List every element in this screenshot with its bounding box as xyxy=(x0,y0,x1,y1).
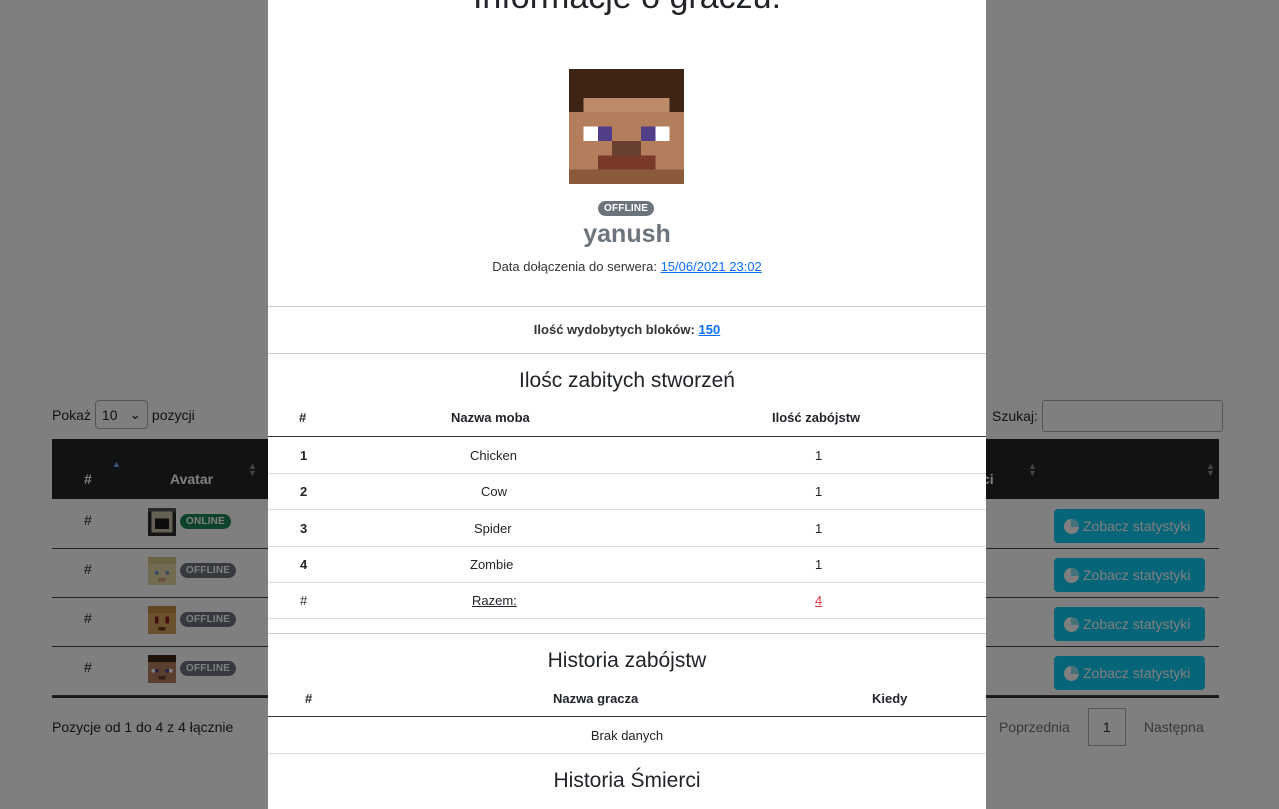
empty-message: Brak danych xyxy=(590,728,664,743)
row-number: 3 xyxy=(300,521,308,536)
history-col-hash: # xyxy=(305,691,313,706)
player-status-badge: OFFLINE xyxy=(598,201,655,216)
player-head-image xyxy=(569,69,684,184)
mob-name: Chicken xyxy=(470,448,517,463)
divider xyxy=(268,306,986,307)
modal-title: Informacje o graczu: xyxy=(268,0,986,17)
kill-history-title: Historia zabójstw xyxy=(547,649,707,672)
table-row: 1 Chicken 1 xyxy=(268,437,986,474)
mob-name: Zombie xyxy=(470,557,514,572)
mob-name: Cow xyxy=(481,484,508,499)
kills-section-title: Ilośc zabitych stworzeń xyxy=(519,369,735,392)
kill-count-link[interactable]: 1 xyxy=(815,448,822,463)
table-row: 4 Zombie 1 xyxy=(268,546,986,583)
kill-count-link[interactable]: 1 xyxy=(815,484,822,499)
kills-col-count: Ilość zabójstw xyxy=(772,410,861,425)
kill-count-link[interactable]: 1 xyxy=(815,521,822,536)
player-info-modal: Informacje o graczu: OFFLINE yanush Data… xyxy=(268,0,986,809)
history-col-player: Nazwa gracza xyxy=(553,691,639,706)
join-date-link[interactable]: 15/06/2021 23:02 xyxy=(661,259,762,274)
mined-blocks-label: Ilość wydobytych bloków: xyxy=(533,322,695,337)
join-date-label: Data dołączenia do serwera: xyxy=(492,259,657,274)
table-row: 2 Cow 1 xyxy=(268,473,986,510)
divider xyxy=(268,633,986,634)
kills-col-hash: # xyxy=(299,410,307,425)
kills-total-row: # Razem: 4 xyxy=(268,582,986,619)
player-name: yanush xyxy=(583,220,671,248)
empty-row: Brak danych xyxy=(268,717,986,754)
mined-blocks-link[interactable]: 150 xyxy=(699,322,721,337)
kills-col-mob: Nazwa moba xyxy=(451,410,530,425)
row-number: 4 xyxy=(300,557,308,572)
row-number: 2 xyxy=(300,484,308,499)
kill-count-link[interactable]: 1 xyxy=(815,557,822,572)
total-hash: # xyxy=(300,593,308,608)
total-label: Razem: xyxy=(472,593,517,608)
mob-name: Spider xyxy=(474,521,512,536)
row-number: 1 xyxy=(300,448,308,463)
divider xyxy=(268,353,986,354)
death-history-title: Historia Śmierci xyxy=(553,769,701,792)
join-date-line: Data dołączenia do serwera: 15/06/2021 2… xyxy=(268,259,986,274)
total-count-link[interactable]: 4 xyxy=(815,593,822,608)
mined-blocks-line: Ilość wydobytych bloków: 150 xyxy=(268,322,986,337)
table-row: 3 Spider 1 xyxy=(268,510,986,547)
history-col-when: Kiedy xyxy=(872,691,908,706)
